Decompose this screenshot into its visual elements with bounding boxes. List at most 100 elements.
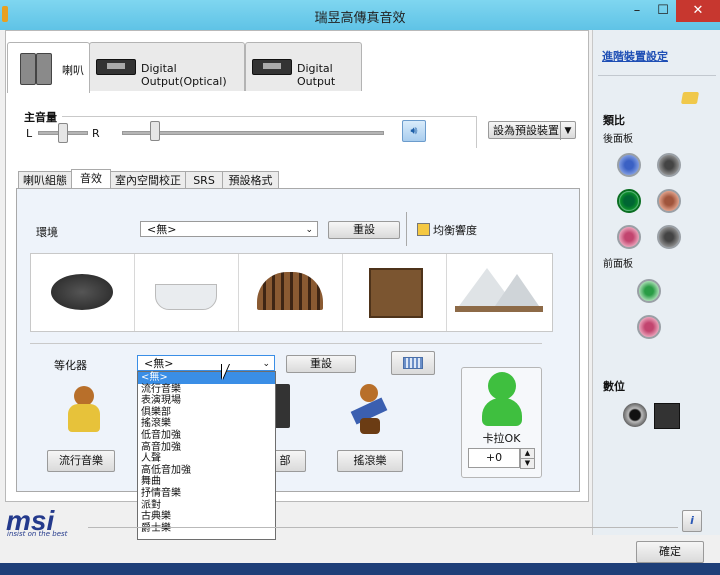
equalizer-option[interactable]: 搖滾樂 <box>138 418 275 430</box>
chevron-down-icon: ⌄ <box>305 225 313 235</box>
karaoke-label: 卡拉OK <box>482 432 521 445</box>
chevron-down-icon[interactable]: ▼ <box>560 122 575 140</box>
advanced-settings-link[interactable]: 進階裝置設定 <box>602 48 668 64</box>
equalizer-option[interactable]: 派對 <box>138 500 275 512</box>
opera-house-icon <box>495 274 539 306</box>
pop-singer-icon <box>64 386 104 434</box>
subtab-srs[interactable]: SRS <box>185 171 223 189</box>
equalizer-label: 等化器 <box>54 359 87 372</box>
equalizer-option[interactable]: 舞曲 <box>138 476 275 488</box>
equalizer-option[interactable]: <無> <box>138 372 275 384</box>
equalizer-option[interactable]: 高音加強 <box>138 442 275 454</box>
folder-icon[interactable] <box>680 92 700 104</box>
equalizer-option[interactable]: 人聲 <box>138 453 275 465</box>
title-bar: 瑞昱高傳真音效 – ☐ ✕ <box>0 0 720 30</box>
window-title: 瑞昱高傳真音效 <box>314 11 406 26</box>
graphic-eq-button[interactable] <box>391 351 435 375</box>
karaoke-down-icon[interactable]: ▼ <box>520 458 535 469</box>
balance-right-label: R <box>92 127 100 140</box>
rock-guitarist-icon <box>350 384 390 436</box>
set-default-label: 設為預設裝置 <box>493 124 559 137</box>
karaoke-value-input[interactable]: +0 <box>468 448 520 468</box>
jack-pink-icon[interactable] <box>617 225 641 249</box>
back-panel-label: 後面板 <box>603 134 633 145</box>
chevron-down-icon: ⌄ <box>262 359 270 369</box>
master-volume-label: 主音量 <box>24 111 57 124</box>
loudness-checkbox[interactable] <box>417 223 430 236</box>
subtab-default-format[interactable]: 預設格式 <box>222 171 279 189</box>
equalizer-option[interactable]: 流行音樂 <box>138 384 275 396</box>
preset-pop-button[interactable]: 流行音樂 <box>47 450 115 472</box>
tab-speakers-label: 喇叭 <box>62 64 84 77</box>
subtab-speaker-config[interactable]: 喇叭組態 <box>18 171 72 189</box>
equalizer-option[interactable]: 表演現場 <box>138 395 275 407</box>
close-button[interactable]: ✕ <box>676 0 720 22</box>
divider <box>476 116 477 148</box>
loudness-label: 均衡響度 <box>433 224 477 237</box>
divider <box>598 75 716 76</box>
equalizer-option[interactable]: 高低音加強 <box>138 465 275 477</box>
equalizer-option[interactable]: 爵士樂 <box>138 523 275 535</box>
wooden-room-icon <box>369 268 423 318</box>
mute-speaker-icon[interactable]: 🔊︎ <box>402 120 426 142</box>
tab-label: Digital Output(Optical) <box>141 62 227 88</box>
tab-label: Digital Output <box>297 62 336 88</box>
speaker-icon <box>20 53 36 85</box>
equalizer-select[interactable]: <無> ⌄ <box>137 355 275 371</box>
jack-gray-icon[interactable] <box>657 153 681 177</box>
manhole-icon <box>51 274 113 310</box>
subtab-room-correction[interactable]: 室內空間校正 <box>110 171 186 189</box>
preset-rock-button[interactable]: 搖滾樂 <box>337 450 403 472</box>
maximize-button[interactable]: ☐ <box>650 0 676 22</box>
set-default-device-button[interactable]: 設為預設裝置 ▼ <box>488 121 576 140</box>
jack-blue-icon[interactable] <box>617 153 641 177</box>
karaoke-panel: 卡拉OK +0 ▲ ▼ <box>461 367 542 478</box>
equalizer-option[interactable]: 古典樂 <box>138 511 275 523</box>
tab-digital-output[interactable]: Digital Output <box>245 42 362 91</box>
env-preset-colosseum[interactable] <box>239 254 343 331</box>
divider <box>406 212 407 246</box>
environment-presets <box>30 253 553 332</box>
jack-front-pink-icon[interactable] <box>637 315 661 339</box>
info-icon[interactable]: i <box>682 510 702 532</box>
divider <box>88 527 678 528</box>
equalizer-dropdown-list[interactable]: <無> 流行音樂 表演現場 俱樂部 搖滾樂 低音加強 高音加強 人聲 高低音加強 舞曲 抒情音樂 派對… <box>137 371 276 540</box>
env-preset-opera-house[interactable] <box>447 254 550 331</box>
equalizer-icon <box>403 357 423 369</box>
equalizer-option[interactable]: 俱樂部 <box>138 407 275 419</box>
balance-left-label: L <box>26 127 33 140</box>
environment-select[interactable]: <無> ⌄ <box>140 221 318 237</box>
jack-orange-icon[interactable] <box>657 189 681 213</box>
env-preset-room[interactable] <box>343 254 447 331</box>
volume-slider[interactable] <box>122 131 384 135</box>
jack-gray-icon[interactable] <box>657 225 681 249</box>
volume-slider-thumb[interactable] <box>150 121 160 141</box>
environment-reset-button[interactable]: 重設 <box>328 221 400 239</box>
bathtub-icon <box>155 284 217 310</box>
equalizer-option[interactable]: 低音加強 <box>138 430 275 442</box>
msi-tagline: insist on the best <box>7 530 68 538</box>
minimize-button[interactable]: – <box>624 0 650 22</box>
divider <box>62 116 476 117</box>
balance-slider-thumb[interactable] <box>58 123 68 143</box>
ok-button[interactable]: 確定 <box>636 541 704 563</box>
jack-green-icon[interactable] <box>617 189 641 213</box>
digital-device-icon <box>252 59 292 75</box>
optical-port-icon[interactable] <box>623 403 647 427</box>
divider <box>30 343 542 344</box>
tab-speakers[interactable]: 喇叭 <box>7 42 90 93</box>
digital-device-icon <box>96 59 136 75</box>
tab-digital-output-optical[interactable]: Digital Output(Optical) <box>89 42 245 91</box>
taskbar <box>0 563 720 575</box>
subtab-sound-effects[interactable]: 音效 <box>71 169 111 189</box>
env-preset-bathroom[interactable] <box>135 254 239 331</box>
coaxial-port-icon[interactable] <box>654 403 680 429</box>
equalizer-reset-button[interactable]: 重設 <box>286 355 356 373</box>
opera-base <box>455 306 543 312</box>
env-preset-underwater[interactable] <box>31 254 135 331</box>
digital-label: 數位 <box>603 380 625 393</box>
analog-label: 類比 <box>603 114 625 127</box>
equalizer-option[interactable]: 抒情音樂 <box>138 488 275 500</box>
jack-front-green-icon[interactable] <box>637 279 661 303</box>
karaoke-singer-icon <box>488 372 516 400</box>
